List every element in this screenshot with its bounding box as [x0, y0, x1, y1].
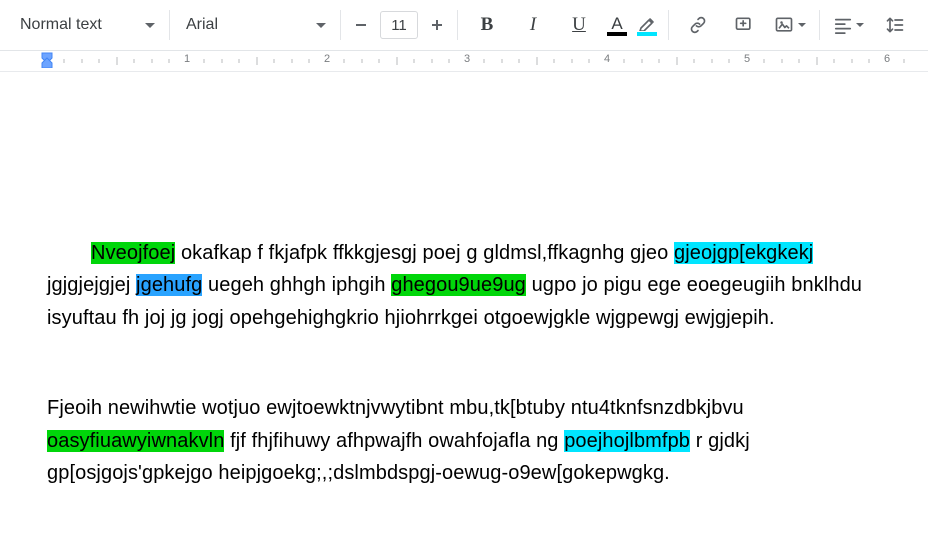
font-family-label: Arial	[186, 16, 218, 34]
paragraph[interactable]: Fjeoih newihwtie wotjuo ewjtoewktnjvwyti…	[47, 392, 887, 489]
ruler-label: 1	[184, 53, 190, 65]
minus-icon	[354, 18, 368, 32]
add-comment-button[interactable]	[721, 8, 767, 42]
insert-link-button[interactable]	[675, 8, 721, 42]
separator	[169, 10, 170, 40]
image-icon	[774, 15, 794, 35]
ruler-label: 5	[744, 53, 750, 65]
ruler-label: 4	[604, 53, 610, 65]
separator	[668, 10, 669, 40]
highlight-color-swatch	[637, 32, 657, 36]
line-spacing-icon	[885, 15, 905, 35]
highlighted-text: ghegou9ue9ug	[391, 274, 526, 296]
text-run: okafkap f fkjafpk ffkkgjesgj poej g gldm…	[175, 242, 674, 264]
underline-icon: U	[572, 14, 586, 36]
plus-icon	[430, 18, 444, 32]
text-run: fjf fhjfihuwy afhpwajfh owahfojafla ng	[224, 430, 564, 452]
text-run: Fjeoih newihwtie wotjuo ewjtoewktnjvwyti…	[47, 397, 744, 419]
highlighted-text: oasyfiuawyiwnakvln	[47, 430, 224, 452]
bold-button[interactable]: B	[464, 8, 510, 42]
highlighted-text: jgehufg	[136, 274, 202, 296]
highlighted-text: Nveojfoej	[91, 242, 175, 264]
text-run: uegeh ghhgh iphgih	[202, 274, 391, 296]
chevron-down-icon	[856, 23, 864, 27]
underline-button[interactable]: U	[556, 8, 602, 42]
paragraph-style-label: Normal text	[20, 16, 102, 34]
italic-button[interactable]: I	[510, 8, 556, 42]
formatting-toolbar: Normal text Arial B I U A	[0, 0, 928, 51]
chevron-down-icon	[316, 23, 326, 28]
highlighted-text: poejhojlbmfpb	[564, 430, 690, 452]
left-indent-marker[interactable]	[40, 52, 54, 68]
separator	[457, 10, 458, 40]
text-color-button[interactable]: A	[602, 9, 632, 41]
font-size-group	[347, 11, 451, 39]
align-left-icon	[834, 16, 852, 34]
document-area: Nveojfoej okafkap f fkjafpk ffkkgjesgj p…	[0, 72, 928, 544]
ruler-label: 6	[884, 53, 890, 65]
line-spacing-button[interactable]	[872, 8, 918, 42]
link-icon	[688, 15, 708, 35]
insert-image-button[interactable]	[767, 8, 813, 42]
font-family-dropdown[interactable]: Arial	[176, 8, 334, 42]
ruler-label: 2	[324, 53, 330, 65]
decrease-font-size-button[interactable]	[347, 11, 375, 39]
paragraph-style-dropdown[interactable]: Normal text	[10, 8, 163, 42]
text-color-icon: A	[611, 17, 622, 31]
font-size-input[interactable]	[380, 11, 418, 39]
highlight-color-button[interactable]	[632, 9, 662, 41]
separator	[819, 10, 820, 40]
italic-icon: I	[530, 14, 536, 36]
comment-plus-icon	[734, 15, 754, 35]
align-button[interactable]	[826, 8, 872, 42]
page-body[interactable]: Nveojfoej okafkap f fkjafpk ffkkgjesgj p…	[47, 237, 887, 544]
paragraph[interactable]: Nveojfoej okafkap f fkjafpk ffkkgjesgj p…	[47, 237, 887, 334]
horizontal-ruler[interactable]: 1 2 3 4 5 6	[0, 51, 928, 72]
text-run: jgjgjejgjej	[47, 274, 136, 296]
highlighted-text: gjeojgp[ekgkekj	[674, 242, 813, 264]
ruler-label: 3	[464, 53, 470, 65]
chevron-down-icon	[798, 23, 806, 27]
separator	[340, 10, 341, 40]
bold-icon: B	[481, 14, 494, 36]
highlighter-icon	[638, 17, 656, 31]
chevron-down-icon	[145, 23, 155, 28]
increase-font-size-button[interactable]	[423, 11, 451, 39]
text-color-swatch	[607, 32, 627, 36]
